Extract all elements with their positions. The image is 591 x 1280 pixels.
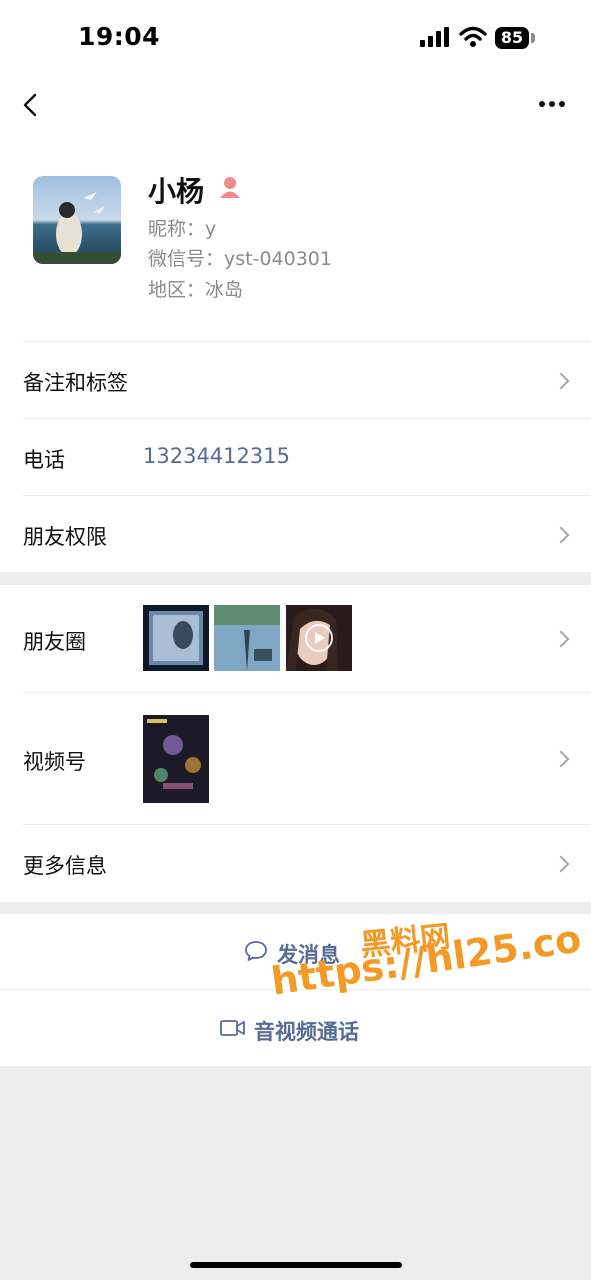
nav-bar — [0, 80, 591, 130]
battery-indicator: 85 — [495, 27, 529, 49]
moments-row[interactable]: 朋友圈 — [0, 585, 591, 693]
gender-icon — [220, 177, 240, 198]
nickname-text: 昵称：y — [148, 218, 217, 240]
more-info-label: 更多信息 — [23, 854, 107, 878]
chevron-right-icon — [552, 855, 570, 873]
chevron-right-icon — [552, 630, 570, 648]
moments-thumbnail — [286, 605, 352, 671]
permissions-row[interactable]: 朋友权限 — [0, 496, 591, 572]
battery-cap — [531, 33, 535, 43]
remark-label: 备注和标签 — [23, 371, 128, 395]
more-icon[interactable] — [538, 100, 566, 108]
profile-header: 小杨 昵称：y 微信号：yst-040301 地区：冰岛 — [0, 130, 591, 342]
moments-thumbnail — [143, 605, 209, 671]
moments-thumbnail — [214, 605, 280, 671]
wifi-icon — [459, 26, 487, 47]
remark-row[interactable]: 备注和标签 — [0, 342, 591, 419]
permissions-label: 朋友权限 — [23, 525, 107, 549]
wechat-id-text: 微信号：yst-040301 — [148, 248, 332, 270]
chevron-right-icon — [552, 526, 570, 544]
video-call-icon — [220, 1020, 245, 1036]
phone-number-link[interactable]: 13234412315 — [143, 444, 290, 468]
status-time: 19:04 — [78, 22, 161, 51]
phone-row: 电话 13234412315 — [0, 419, 591, 496]
status-bar: 19:04 85 — [0, 0, 591, 80]
back-icon[interactable] — [18, 92, 44, 118]
chevron-right-icon — [552, 750, 570, 768]
more-info-row[interactable]: 更多信息 — [0, 825, 591, 902]
video-call-button[interactable]: 音视频通话 — [0, 990, 591, 1066]
channels-label: 视频号 — [23, 750, 86, 774]
avatar[interactable] — [33, 176, 121, 264]
chevron-right-icon — [552, 372, 570, 390]
channels-thumbnail — [143, 715, 209, 803]
region-text: 地区：冰岛 — [148, 279, 244, 301]
moments-label: 朋友圈 — [23, 630, 86, 654]
channels-row[interactable]: 视频号 — [0, 693, 591, 825]
signal-icon — [420, 27, 449, 47]
home-indicator[interactable] — [190, 1262, 402, 1268]
phone-label: 电话 — [23, 448, 65, 472]
contact-name: 小杨 — [148, 175, 205, 208]
chat-bubble-icon — [245, 941, 267, 961]
video-call-label: 音视频通话 — [254, 1020, 359, 1044]
